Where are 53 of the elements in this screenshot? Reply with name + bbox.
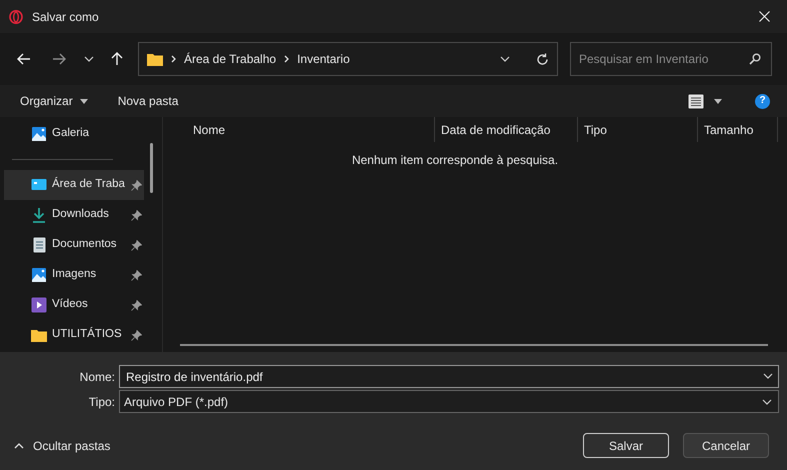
list-view-icon [688, 94, 704, 108]
hide-folders-button[interactable]: Ocultar pastas [14, 436, 110, 454]
arrow-up-icon [111, 52, 123, 66]
picture-icon [31, 267, 47, 283]
chevron-right-icon [284, 55, 290, 63]
sidebar-item[interactable]: UTILITÁTIOS [4, 320, 144, 350]
breadcrumb-link[interactable]: Área de Trabalho [184, 50, 276, 68]
field-label: Nome: [78, 368, 116, 386]
folder-icon [147, 52, 163, 66]
arrow-left-icon [17, 53, 31, 65]
sidebar-item[interactable]: Área de Traba [4, 170, 144, 200]
sidebar-item[interactable]: Documentos [4, 230, 144, 260]
chevron-down-icon [500, 56, 510, 62]
picture-icon [31, 126, 47, 142]
view-options-button[interactable] [688, 94, 722, 108]
empty-message: Nenhum item corresponde à pesquisa. [352, 152, 558, 169]
chevron-right-icon [171, 55, 176, 63]
field-label: Tipo: [88, 394, 116, 410]
sidebar-item[interactable]: Vídeos [4, 290, 144, 320]
filename-field[interactable]: Registro de inventário.pdf [119, 365, 779, 388]
cancel-button[interactable]: Cancelar [683, 433, 769, 458]
search-field[interactable]: Pesquisar em Inventario [570, 42, 772, 76]
new-folder-button[interactable]: Nova pasta [118, 92, 178, 110]
organize-button[interactable]: Organizar [20, 92, 88, 110]
chevron-down-icon [762, 398, 772, 404]
chevron-down-icon [763, 373, 773, 379]
file-type-dropdown[interactable]: Arquivo PDF (*.pdf) [119, 390, 779, 413]
caret-icon [714, 98, 722, 104]
chevron-up-icon [14, 442, 24, 448]
sidebar-item[interactable]: Imagens [4, 260, 144, 290]
breadcrumb-link[interactable]: Inventario [297, 50, 350, 68]
close-icon [758, 11, 770, 22]
column-header[interactable]: Tamanho [698, 117, 778, 142]
arrow-right-icon [52, 53, 66, 65]
search-icon [749, 53, 761, 65]
app-logo-icon [9, 10, 23, 24]
refresh-icon[interactable] [536, 52, 549, 66]
download-icon [31, 207, 47, 223]
column-header[interactable]: Data de modificação [435, 117, 578, 142]
save-button[interactable]: Salvar [583, 433, 669, 458]
video-icon [31, 297, 47, 313]
address-bar[interactable]: Área de Trabalho Inventario [138, 42, 558, 76]
sidebar-item[interactable]: Downloads [4, 200, 144, 230]
caret-icon [80, 98, 88, 104]
window-title: Salvar como [32, 8, 99, 26]
chevron-down-icon [84, 56, 94, 62]
column-header[interactable]: Nome [163, 117, 435, 142]
help-button[interactable]: ? [755, 94, 770, 108]
desktop-icon [31, 178, 47, 192]
sidebar-item[interactable]: Galeria [4, 119, 144, 149]
folder-icon [31, 328, 47, 342]
document-icon [32, 237, 46, 253]
column-header[interactable]: Tipo [578, 117, 698, 142]
